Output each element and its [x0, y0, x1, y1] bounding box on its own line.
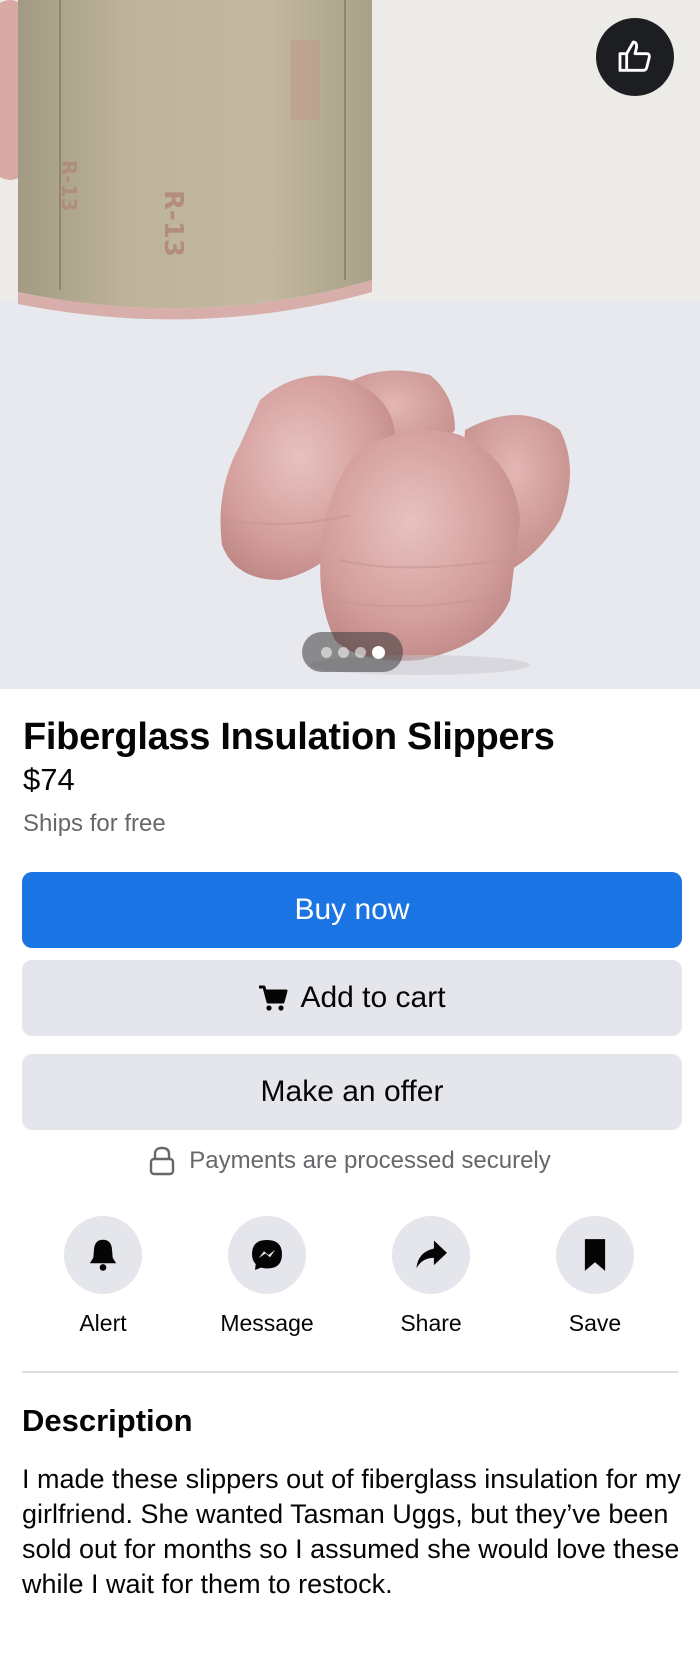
buy-now-label: Buy now — [294, 893, 410, 926]
messenger-icon — [252, 1240, 282, 1270]
share-arrow-icon — [416, 1240, 447, 1269]
section-divider — [22, 1371, 678, 1373]
save-action[interactable]: Save — [530, 1216, 660, 1337]
share-action[interactable]: Share — [366, 1216, 496, 1337]
pager-dot[interactable] — [354, 646, 366, 658]
product-image[interactable]: R-13 R-13 — [0, 0, 700, 689]
listing-title: Fiberglass Insulation Slippers — [23, 716, 555, 758]
lock-icon — [149, 1146, 175, 1176]
svg-text:R-13: R-13 — [158, 190, 188, 257]
secure-payments-text: Payments are processed securely — [189, 1147, 551, 1174]
bookmark-icon — [584, 1239, 606, 1271]
buy-now-button[interactable]: Buy now — [22, 872, 682, 948]
alert-action[interactable]: Alert — [38, 1216, 168, 1337]
pager-dot[interactable] — [337, 646, 349, 658]
add-to-cart-label: Add to cart — [300, 981, 446, 1014]
bell-icon — [89, 1239, 117, 1271]
make-offer-label: Make an offer — [260, 1075, 444, 1108]
save-button[interactable] — [556, 1216, 634, 1294]
svg-text:R-13: R-13 — [57, 160, 81, 212]
action-row: Alert Message Share Save — [0, 1216, 700, 1346]
image-pager — [302, 632, 403, 672]
thumbs-up-icon — [618, 40, 651, 72]
save-label: Save — [568, 1310, 622, 1336]
make-offer-button[interactable]: Make an offer — [22, 1054, 682, 1130]
pager-dot[interactable] — [320, 646, 332, 658]
product-photo: R-13 R-13 — [0, 0, 700, 689]
add-to-cart-button[interactable]: Add to cart — [22, 960, 682, 1036]
message-label: Message — [220, 1310, 314, 1336]
description-text: I made these slippers out of fiberglass … — [22, 1464, 681, 1599]
like-button[interactable] — [596, 18, 674, 96]
listing-price: $74 — [23, 762, 75, 797]
shipping-info: Ships for free — [23, 810, 166, 837]
cart-icon — [258, 984, 288, 1012]
pager-dot-active[interactable] — [371, 645, 385, 659]
secure-payments-note: Payments are processed securely — [0, 1146, 700, 1176]
share-button[interactable] — [392, 1216, 470, 1294]
alert-label: Alert — [79, 1310, 127, 1336]
alert-button[interactable] — [64, 1216, 142, 1294]
message-action[interactable]: Message — [202, 1216, 332, 1337]
description-heading: Description — [22, 1403, 193, 1438]
share-label: Share — [400, 1310, 462, 1336]
message-button[interactable] — [228, 1216, 306, 1294]
